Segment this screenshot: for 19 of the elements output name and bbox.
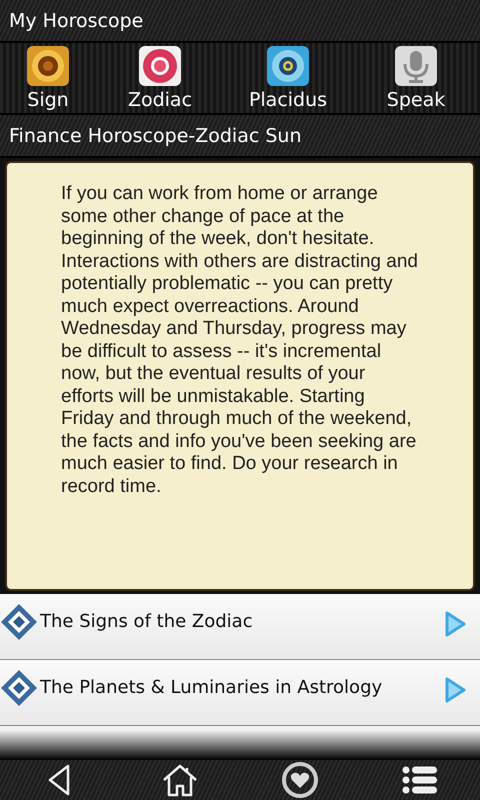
toolbar-button[interactable]: Placidus bbox=[224, 43, 352, 113]
list-item[interactable]: The Signs of the Zodiac bbox=[0, 594, 480, 660]
diamond-icon bbox=[0, 669, 38, 707]
horoscope-text: If you can work from home or arrange some other change of pace at the beginning of the week, don't hesitate. Interactions with others are distracting and potentially problematic -- you can pretty much expect overreactions. Around Wednesday and Thursday, progress may be difficult to assess -- it's incremental now, but the eventual results of your efforts will be unmistakable. Starting Friday and through much of the weekend, the facts and info you've been seeking are much easier to find. Do your research in record time. bbox=[61, 183, 418, 498]
play-arrow-icon bbox=[444, 677, 466, 703]
zodiac-wheel-icon bbox=[138, 45, 182, 87]
microphone-icon bbox=[394, 45, 438, 87]
list-item[interactable]: The Planets & Luminaries in Astrology bbox=[0, 660, 480, 726]
section-title: Finance Horoscope-Zodiac Sun bbox=[9, 124, 302, 146]
diamond-icon bbox=[0, 603, 38, 641]
play-arrow-icon bbox=[444, 611, 466, 637]
toolbar-button[interactable]: Speak bbox=[352, 43, 480, 113]
toolbar-button[interactable]: Zodiac bbox=[96, 43, 224, 113]
list-item-title: The Signs of the Zodiac bbox=[40, 611, 254, 632]
toolbar-button[interactable]: Sign bbox=[0, 43, 96, 113]
zodiac-wheel-icon bbox=[26, 45, 70, 87]
window-title: My Horoscope bbox=[9, 10, 144, 32]
list-item-title: The Planets & Luminaries in Astrology bbox=[40, 677, 384, 698]
zodiac-wheel-icon bbox=[266, 45, 310, 87]
